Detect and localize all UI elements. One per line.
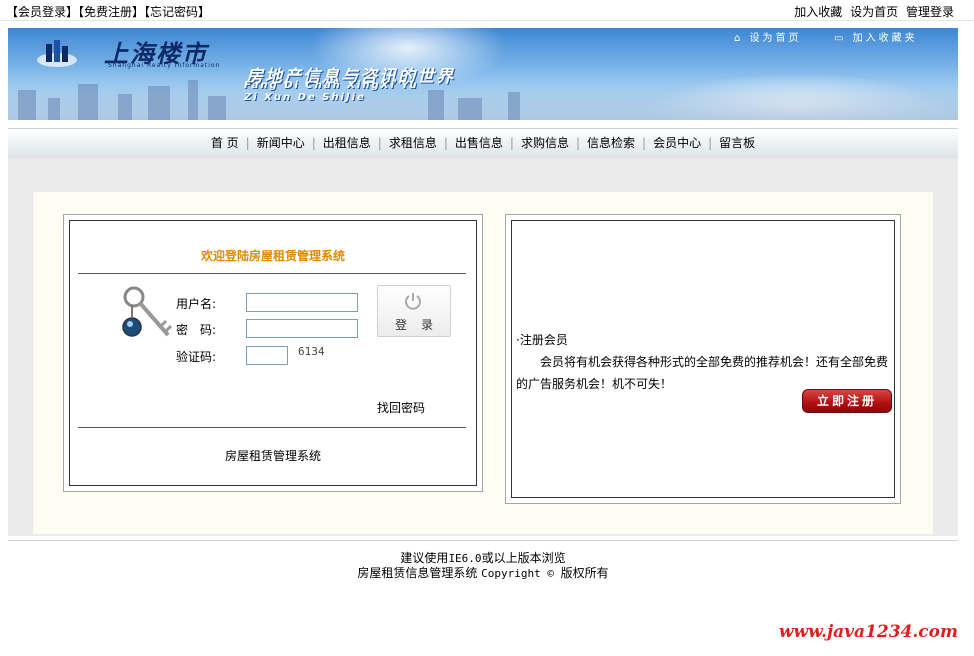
captcha-input[interactable] — [246, 346, 288, 365]
password-input[interactable] — [246, 319, 358, 338]
username-input[interactable] — [246, 293, 358, 312]
nav-item-home[interactable]: 首 页 — [211, 136, 239, 150]
nav-item-guestbook[interactable]: 留言板 — [719, 136, 755, 150]
nav-item-news[interactable]: 新闻中心 — [257, 136, 305, 150]
footer-line1: 建议使用IE6.0或以上版本浏览 — [0, 551, 966, 566]
nav-item-sale[interactable]: 出售信息 — [455, 136, 503, 150]
system-name: 房屋租赁管理系统 — [224, 449, 321, 463]
top-bar: 【会员登录】【免费注册】【忘记密码】 加入收藏 设为首页 管理登录 — [0, 0, 974, 21]
banner-skyline — [8, 80, 958, 120]
add-favorite-link[interactable]: 加入收藏 — [794, 5, 842, 19]
footer-copyright: Copyright © — [481, 567, 561, 580]
member-login-link[interactable]: 【会员登录】 — [6, 5, 78, 19]
footer-browser-version: IE6.0 — [448, 552, 482, 565]
nav-item-rent-wanted[interactable]: 求租信息 — [389, 136, 437, 150]
nav-item-search[interactable]: 信息检索 — [587, 136, 635, 150]
watermark: www.java1234.com — [778, 622, 958, 642]
banner-add-favorite-label: 加入收藏夹 — [852, 33, 918, 44]
content-panel: 欢迎登陆房屋租赁管理系统 用户名: 密 码: 验证码: 6134 登录 找回密码… — [33, 192, 933, 534]
main-nav: 首 页 | 新闻中心 | 出租信息 | 求租信息 | 出售信息 | 求购信息 | 信息检索 | 会员中心 | 留… — [8, 128, 958, 158]
login-box: 欢迎登陆房屋租赁管理系统 用户名: 密 码: 验证码: 6134 登录 找回密码… — [63, 214, 483, 492]
banner-pinyin-line1: Fang Di Chan XingXi Yu — [244, 80, 419, 91]
banner-add-favorite[interactable]: ▭ 加入收藏夹 — [834, 29, 918, 44]
register-box: ·注册会员 会员将有机会获得各种形式的全部免费的推荐机会！还有全部免费的广告服务… — [505, 214, 901, 504]
footer: 建议使用IE6.0或以上版本浏览 房屋租赁信息管理系统 Copyright © … — [0, 551, 966, 581]
footer-text: 建议使用 — [400, 551, 449, 565]
logo-icon — [37, 40, 77, 67]
login-box-inner: 欢迎登陆房屋租赁管理系统 用户名: 密 码: 验证码: 6134 登录 找回密码… — [69, 220, 477, 486]
footer-system-name: 房屋租赁信息管理系统 — [357, 566, 478, 580]
banner-set-home[interactable]: ⌂ 设为首页 — [734, 29, 802, 44]
captcha-label: 验证码: — [176, 350, 217, 364]
register-title: ·注册会员 — [516, 333, 568, 347]
footer-text: 或以上版本浏览 — [481, 551, 566, 565]
banner-pinyin-line2: Zi Xun De ShiJie — [244, 92, 366, 103]
main-area: 欢迎登陆房屋租赁管理系统 用户名: 密 码: 验证码: 6134 登录 找回密码… — [8, 158, 958, 536]
login-button[interactable]: 登录 — [377, 285, 451, 337]
password-label: 密 码: — [176, 323, 217, 337]
nav-item-rent-out[interactable]: 出租信息 — [323, 136, 371, 150]
top-links-right: 加入收藏 设为首页 管理登录 — [794, 3, 954, 20]
register-box-inner: ·注册会员 会员将有机会获得各种形式的全部免费的推荐机会！还有全部免费的广告服务… — [511, 220, 895, 498]
banner-pinyin: Fang Di Chan XingXi Yu Zi Xun De ShiJie — [244, 80, 419, 104]
nav-item-buy-wanted[interactable]: 求购信息 — [521, 136, 569, 150]
divider — [78, 427, 466, 428]
username-label: 用户名: — [176, 297, 217, 311]
banner-set-home-label: 设为首页 — [749, 33, 802, 44]
footer-line2: 房屋租赁信息管理系统 Copyright © 版权所有 — [0, 566, 966, 581]
admin-login-link[interactable]: 管理登录 — [906, 5, 954, 19]
banner: 上海楼市 Shanghai Realty Information 房地产信息与咨… — [8, 28, 958, 120]
footer-divider — [8, 540, 958, 541]
top-links-left: 【会员登录】【免费注册】【忘记密码】 — [6, 3, 210, 20]
free-register-link[interactable]: 【免费注册】 — [78, 5, 144, 19]
nav-item-member[interactable]: 会员中心 — [653, 136, 701, 150]
power-icon — [405, 293, 421, 310]
register-now-button[interactable]: 立即注册 — [802, 389, 892, 413]
key-icon — [122, 286, 173, 337]
footer-rights: 版权所有 — [560, 566, 609, 580]
login-welcome-title: 欢迎登陆房屋租赁管理系统 — [200, 249, 345, 263]
forgot-password-link[interactable]: 【忘记密码】 — [144, 5, 210, 19]
logo-subtitle: Shanghai Realty Information — [108, 62, 221, 69]
find-password-link[interactable]: 找回密码 — [377, 399, 425, 416]
captcha-value: 6134 — [298, 345, 325, 358]
login-button-label: 登录 — [394, 318, 447, 332]
set-home-link[interactable]: 设为首页 — [850, 5, 898, 19]
divider — [78, 273, 466, 274]
